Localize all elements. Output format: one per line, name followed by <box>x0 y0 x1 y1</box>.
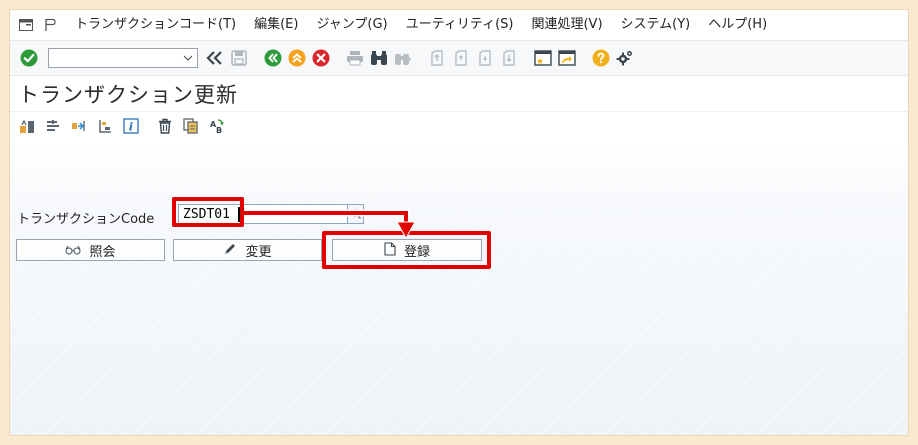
document-icon <box>384 241 396 259</box>
change-button[interactable]: 変更 <box>173 239 322 261</box>
binoculars-icon[interactable] <box>368 46 390 70</box>
svg-text:B: B <box>216 126 222 134</box>
menu-transaction[interactable]: トランザクションコード(T) <box>66 10 245 40</box>
last-page-icon[interactable] <box>498 46 520 70</box>
hierarchy-icon[interactable] <box>94 115 116 137</box>
settings-icon[interactable] <box>614 46 636 70</box>
sap-window: トランザクションコード(T) 編集(E) ジャンプ(G) ユーティリティ(S) … <box>10 10 908 435</box>
glasses-icon <box>65 243 82 258</box>
menu-bar: トランザクションコード(T) 編集(E) ジャンプ(G) ユーティリティ(S) … <box>10 10 908 41</box>
checkmark-circle-icon[interactable] <box>18 47 40 69</box>
shortcut-icon[interactable] <box>556 46 578 70</box>
transaction-code-label: トランザクションCode <box>17 212 155 227</box>
menu-utilities[interactable]: ユーティリティ(S) <box>397 10 523 40</box>
double-chevron-left-icon[interactable] <box>204 46 226 70</box>
menu-edit[interactable]: 編集(E) <box>245 10 307 40</box>
application-toolbar: i AB <box>10 111 908 140</box>
exit-icon[interactable] <box>286 46 308 70</box>
pencil-icon <box>223 242 237 259</box>
other-object-icon[interactable] <box>42 115 64 137</box>
next-page-icon[interactable] <box>474 46 496 70</box>
text-cursor <box>238 207 240 222</box>
help-icon[interactable] <box>590 46 612 70</box>
create-button[interactable]: 登録 <box>332 239 482 261</box>
cancel-icon[interactable] <box>310 46 332 70</box>
value-help-icon[interactable] <box>348 204 364 224</box>
menu-goto[interactable]: ジャンプ(G) <box>307 10 396 40</box>
rename-icon[interactable]: AB <box>206 115 228 137</box>
save-icon[interactable] <box>228 46 250 70</box>
back-icon[interactable] <box>262 46 284 70</box>
chevron-down-icon[interactable] <box>181 50 195 66</box>
delete-icon[interactable] <box>154 115 176 137</box>
change-button-label: 変更 <box>245 243 272 259</box>
first-page-icon[interactable] <box>426 46 448 70</box>
title-bar: トランザクション更新 <box>10 76 908 110</box>
object-list-icon[interactable] <box>16 115 38 137</box>
menu-system[interactable]: システム(Y) <box>612 10 700 40</box>
info-icon[interactable]: i <box>120 115 142 137</box>
page-title: トランザクション更新 <box>18 83 238 107</box>
print-icon[interactable] <box>344 46 366 70</box>
main-content: トランザクションCode 照会 変更 登録 <box>10 140 908 435</box>
create-button-label: 登録 <box>403 243 430 259</box>
where-used-icon[interactable] <box>68 115 90 137</box>
transaction-code-input[interactable] <box>178 204 348 224</box>
svg-text:i: i <box>129 121 133 134</box>
display-button[interactable]: 照会 <box>16 239 165 261</box>
command-field[interactable] <box>48 48 198 69</box>
previous-page-icon[interactable] <box>450 46 472 70</box>
menu-environment[interactable]: 関連処理(V) <box>522 10 611 40</box>
command-input[interactable] <box>49 51 185 69</box>
new-session-icon[interactable] <box>532 46 554 70</box>
copy-icon[interactable] <box>180 115 202 137</box>
system-menu-icon[interactable] <box>18 18 34 32</box>
annotation-arrow <box>244 209 416 240</box>
display-button-label: 照会 <box>89 243 116 259</box>
binoculars-next-icon[interactable] <box>392 46 414 70</box>
menu-flag-icon[interactable] <box>42 18 58 32</box>
menu-help[interactable]: ヘルプ(H) <box>699 10 776 40</box>
standard-toolbar <box>10 41 908 76</box>
